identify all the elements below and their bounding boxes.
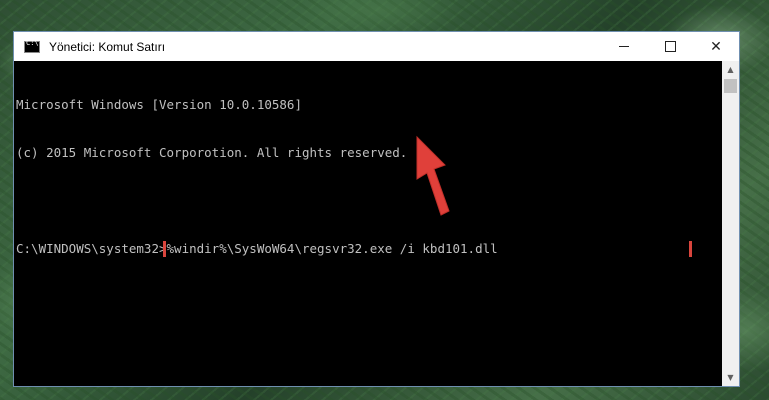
console-line: Microsoft Windows [Version 10.0.10586] bbox=[16, 97, 302, 112]
prompt-text: C:\WINDOWS\system32> bbox=[16, 241, 167, 256]
window-controls: ✕ bbox=[601, 32, 739, 61]
close-button[interactable]: ✕ bbox=[693, 32, 739, 61]
maximize-button[interactable] bbox=[647, 32, 693, 61]
minimize-icon bbox=[619, 46, 629, 47]
command-line: C:\WINDOWS\system32>%windir%\SysWoW64\re… bbox=[16, 241, 723, 257]
command-prompt-window: Yönetici: Komut Satırı ✕ Microsoft Windo… bbox=[13, 31, 740, 387]
window-title: Yönetici: Komut Satırı bbox=[49, 39, 166, 54]
vertical-scrollbar[interactable]: ▲ ▼ bbox=[722, 61, 739, 386]
scroll-thumb[interactable] bbox=[724, 79, 737, 93]
highlighted-command[interactable]: %windir%\SysWoW64\regsvr32.exe /i kbd101… bbox=[162, 241, 692, 257]
command-text: %windir%\SysWoW64\regsvr32.exe /i kbd101… bbox=[166, 241, 498, 256]
maximize-icon bbox=[664, 41, 676, 52]
console-line: (c) 2015 Microsoft Corporotion. All righ… bbox=[16, 145, 408, 160]
scroll-down-icon[interactable]: ▼ bbox=[722, 369, 739, 386]
title-bar[interactable]: Yönetici: Komut Satırı ✕ bbox=[14, 32, 739, 61]
red-arrow-icon bbox=[416, 135, 450, 216]
scroll-up-icon[interactable]: ▲ bbox=[722, 61, 739, 78]
close-icon: ✕ bbox=[710, 38, 722, 55]
minimize-button[interactable] bbox=[601, 32, 647, 61]
console-output[interactable]: Microsoft Windows [Version 10.0.10586] (… bbox=[14, 61, 723, 386]
cmd-icon bbox=[24, 39, 40, 53]
